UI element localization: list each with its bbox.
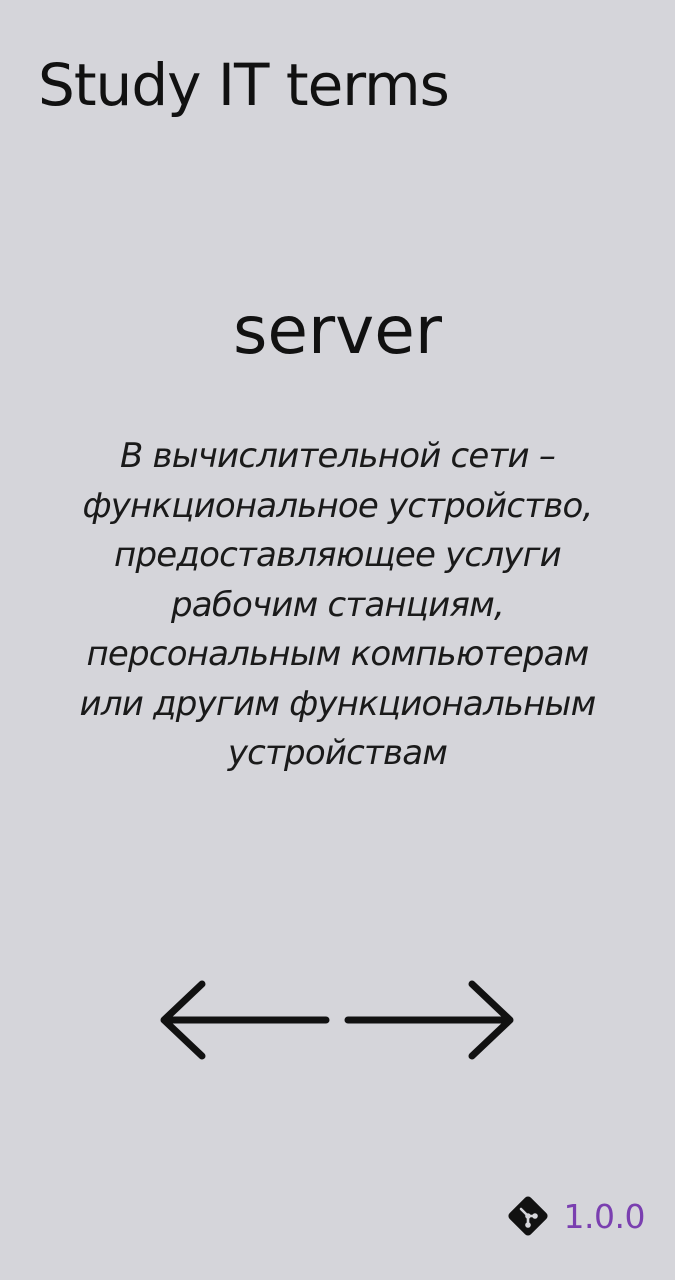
previous-term-button[interactable] (158, 978, 330, 1062)
term-word: server (233, 292, 442, 369)
next-term-button[interactable] (344, 978, 516, 1062)
git-icon[interactable] (506, 1194, 550, 1238)
app-title: Study IT terms (38, 51, 450, 119)
arrow-left-icon (160, 980, 330, 1060)
term-definition: В вычислительной сети – функциональное у… (79, 436, 597, 773)
app-version[interactable]: 1.0.0 (564, 1197, 646, 1236)
footer: 1.0.0 (506, 1192, 646, 1240)
arrow-right-icon (344, 980, 514, 1060)
